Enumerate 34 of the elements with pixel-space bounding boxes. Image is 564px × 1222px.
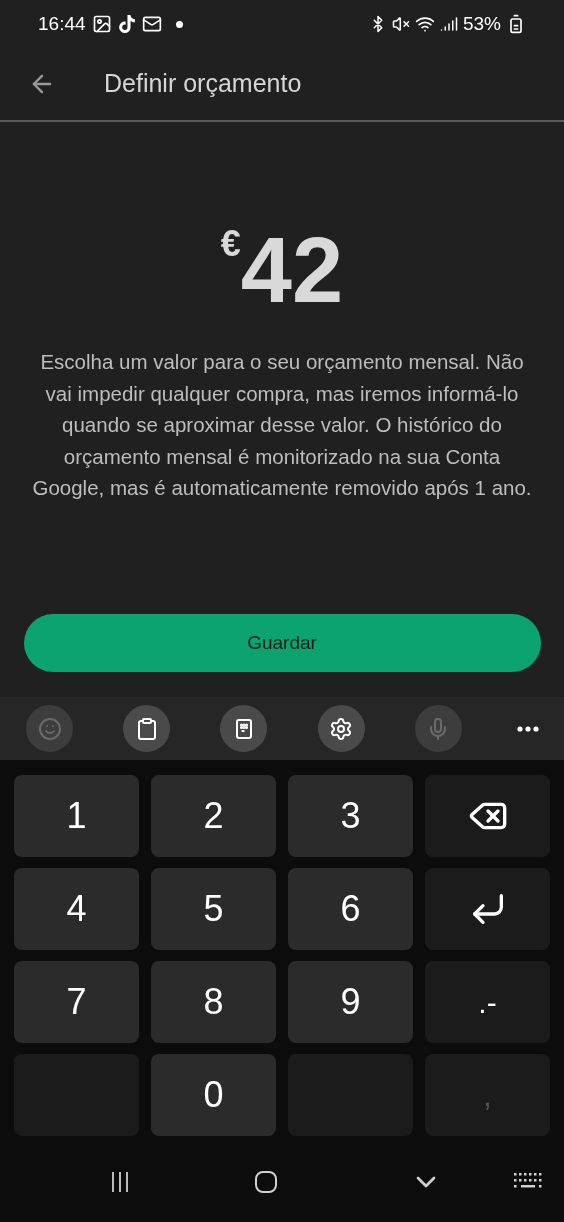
- battery-percent: 53%: [462, 11, 501, 36]
- toolbar-button[interactable]: [317, 705, 365, 752]
- digit-key[interactable]: 0: [151, 1054, 276, 1136]
- image-icon: [91, 14, 112, 34]
- digit-key[interactable]: 2: [151, 775, 276, 857]
- wifi-icon: [414, 14, 435, 34]
- digit-key[interactable]: 7: [14, 961, 139, 1043]
- signal-icon: [439, 15, 458, 33]
- digit-key[interactable]: 5: [151, 868, 276, 950]
- budget-description: Escolha um valor para o seu orçamento mensal. Não vai impedir qualquer compra, mas iremos informá-lo quando se aproximar desse valor. O histórico do orçamento mensal é monitorizado na sua Conta Google, mas é automaticamente removido após 1 ano.: [31, 349, 533, 501]
- currency-symbol: €: [220, 226, 241, 262]
- enter-key[interactable]: [425, 868, 550, 950]
- settings-icon: [329, 716, 354, 741]
- status-time: 16:44: [38, 11, 86, 36]
- home-icon[interactable]: [254, 1170, 278, 1194]
- digit-key[interactable]: 3: [288, 775, 413, 857]
- digit-key[interactable]: 9: [288, 961, 413, 1043]
- dot-icon: [175, 20, 183, 28]
- mute-icon: [391, 15, 410, 33]
- backspace-key[interactable]: [425, 775, 550, 857]
- budget-amount: 42: [240, 218, 344, 322]
- digit-key[interactable]: 8: [151, 961, 276, 1043]
- digit-key[interactable]: 1: [14, 775, 139, 857]
- emoji-icon: [37, 716, 62, 741]
- page-title: Definir orçamento: [104, 68, 302, 100]
- digit-key[interactable]: 6: [288, 868, 413, 950]
- toolbar-button[interactable]: [220, 705, 268, 752]
- more-icon: [516, 725, 539, 732]
- mail-icon: [141, 14, 162, 34]
- save-button[interactable]: Guardar: [23, 614, 541, 672]
- tiktok-icon: [117, 15, 136, 33]
- digit-key[interactable]: 4: [14, 868, 139, 950]
- symbol-key[interactable]: .-: [425, 961, 550, 1043]
- toolbar-button[interactable]: [123, 705, 171, 752]
